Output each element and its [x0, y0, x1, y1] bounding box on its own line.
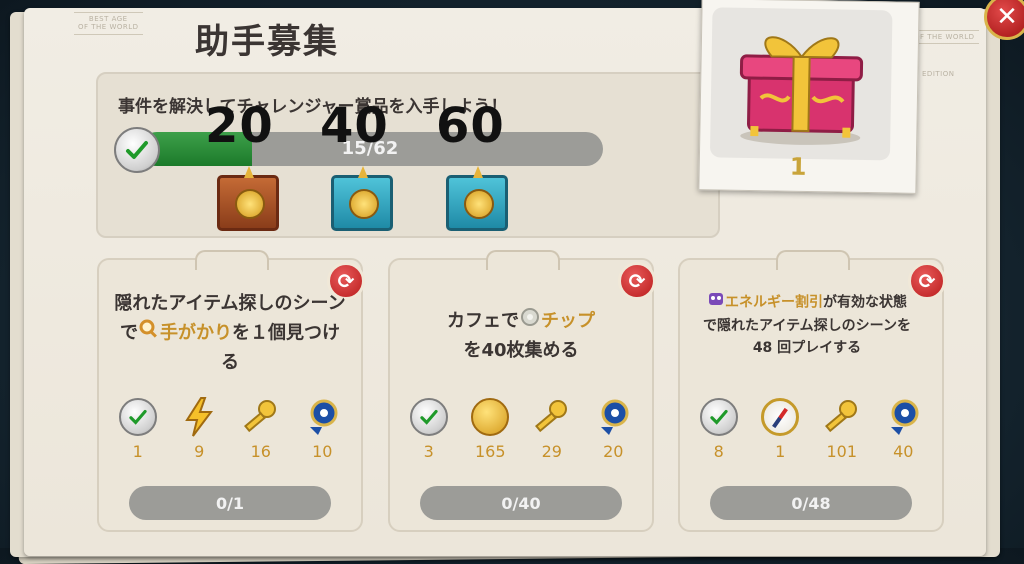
- grand-prize-image: [709, 7, 893, 161]
- task-desc-highlight: エネルギー割引: [725, 294, 823, 311]
- task-frame-ornament: [486, 250, 560, 270]
- reward-value: 101: [826, 442, 858, 461]
- milestone-label-3: 60: [436, 98, 505, 154]
- task-description: カフェで チップを40枚集める: [404, 306, 638, 365]
- check-badge-icon: [114, 127, 160, 173]
- reward-item: 40: [877, 396, 929, 461]
- page-title: 助手募集: [195, 22, 339, 62]
- reward-value: 29: [541, 442, 562, 461]
- reward-value: 1: [775, 442, 786, 461]
- reward-item: 16: [235, 396, 287, 461]
- check-badge-icon: [408, 396, 450, 438]
- milestone-chest-1[interactable]: [217, 166, 279, 231]
- reward-value: 16: [250, 442, 271, 461]
- close-icon: ✕: [996, 2, 1018, 32]
- check-badge-icon: [117, 396, 159, 438]
- task-desc-highlight: 手がかり: [160, 322, 232, 344]
- coin-icon: [469, 396, 511, 438]
- magnifier-clue-icon: [138, 318, 160, 349]
- magnifier-medal-icon: [301, 396, 343, 438]
- stamp-right-bottom: EDITION: [918, 68, 958, 80]
- task-progress-bar: 0/48: [710, 486, 912, 520]
- task-progress-bar: 0/1: [129, 486, 331, 520]
- energy-discount-icon: [707, 290, 725, 315]
- reward-value: 1: [132, 442, 143, 461]
- milestone-label-2: 40: [320, 98, 389, 154]
- refresh-icon: ⟳: [918, 269, 936, 293]
- key-icon: [821, 396, 863, 438]
- reward-item: 29: [526, 396, 578, 461]
- refresh-button[interactable]: ⟳: [618, 262, 656, 300]
- stamp-right-top-text: OF THE WORLD: [914, 33, 975, 41]
- key-icon: [240, 396, 282, 438]
- task-progress-bar: 0/40: [420, 486, 622, 520]
- stamp-left: BEST AGE OF THE WORLD: [74, 12, 143, 35]
- reward-value: 10: [312, 442, 333, 461]
- lightning-icon: [178, 396, 220, 438]
- task-card-3: ⟳ エネルギー割引が有効な状態で隠れたアイテム探しのシーンを 48 回プレイする…: [678, 250, 946, 532]
- reward-item: 1: [754, 396, 806, 461]
- milestone-chest-3[interactable]: [446, 166, 508, 231]
- stamp-left-line-1: BEST AGE: [88, 15, 128, 23]
- task-card-2: ⟳ カフェで チップを40枚集める 3 165 29 20 0/40: [388, 250, 656, 532]
- reward-item: 101: [816, 396, 868, 461]
- magnifier-medal-icon: [882, 396, 924, 438]
- stamp-right-bottom-text: EDITION: [922, 70, 955, 78]
- reward-item: 1: [112, 396, 164, 461]
- compass-icon: [759, 396, 801, 438]
- reward-item: 3: [403, 396, 455, 461]
- grand-prize-quantity: 1: [789, 152, 807, 181]
- reward-value: 9: [194, 442, 205, 461]
- milestone-chest-2[interactable]: [331, 166, 393, 231]
- gift-box-icon: [739, 36, 864, 145]
- reward-value: 165: [474, 442, 506, 461]
- task-frame-ornament: [195, 250, 269, 270]
- compass-star-icon: [464, 189, 494, 219]
- task-frame-ornament: [776, 250, 850, 270]
- reward-value: 8: [713, 442, 724, 461]
- task-desc-text: カフェで: [447, 310, 519, 332]
- reward-item: 20: [587, 396, 639, 461]
- task-description: 隠れたアイテム探しのシーンで 手がかりを１個見つける: [113, 290, 347, 377]
- task-desc-text: を40枚集める: [463, 340, 579, 361]
- reward-item: 165: [464, 396, 516, 461]
- reward-item: 10: [296, 396, 348, 461]
- stamp-left-line-2: OF THE WORLD: [78, 23, 139, 32]
- compass-star-icon: [349, 189, 379, 219]
- check-badge-icon: [698, 396, 740, 438]
- milestone-label-1: 20: [205, 98, 274, 154]
- reward-item: 8: [693, 396, 745, 461]
- magnifier-medal-icon: [592, 396, 634, 438]
- task-description: エネルギー割引が有効な状態で隠れたアイテム探しのシーンを 48 回プレイする: [702, 290, 912, 359]
- compass-star-icon: [235, 189, 265, 219]
- reward-list: 8 1 101 40: [688, 396, 934, 461]
- task-desc-text: を１個見つける: [221, 322, 340, 374]
- key-icon: [531, 396, 573, 438]
- reward-value: 40: [893, 442, 914, 461]
- grand-prize-card[interactable]: 1: [698, 0, 920, 194]
- refresh-button[interactable]: ⟳: [908, 262, 946, 300]
- reward-list: 1 9 16 10: [107, 396, 353, 461]
- task-card-1: ⟳ 隠れたアイテム探しのシーンで 手がかりを１個見つける 1 9 16 10 0/…: [97, 250, 365, 532]
- reward-item: 9: [173, 396, 225, 461]
- reward-value: 20: [603, 442, 624, 461]
- chip-icon: [519, 306, 541, 337]
- stamp-right-top: OF THE WORLD: [910, 30, 979, 45]
- reward-value: 3: [423, 442, 434, 461]
- refresh-icon: ⟳: [628, 269, 646, 293]
- reward-list: 3 165 29 20: [398, 396, 644, 461]
- task-desc-highlight: チップ: [541, 310, 595, 332]
